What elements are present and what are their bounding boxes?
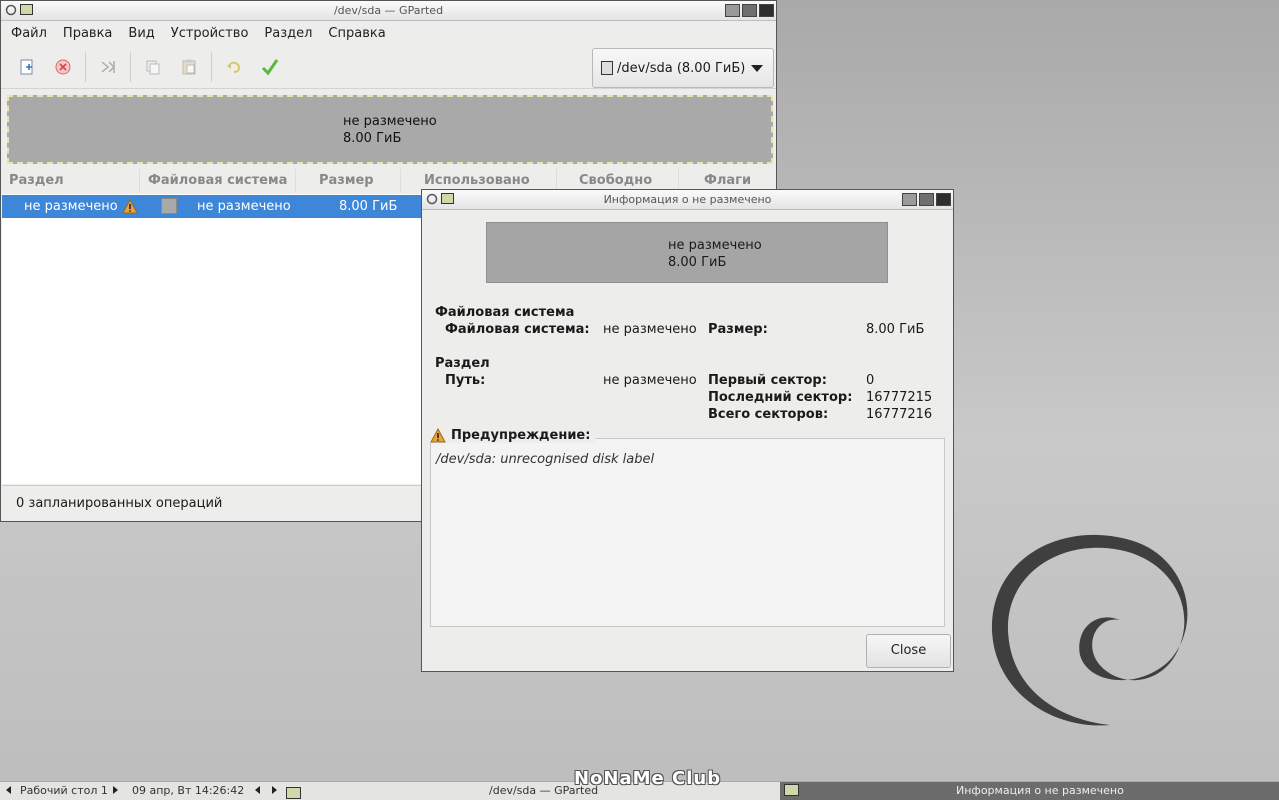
minimize-button[interactable] xyxy=(725,4,740,17)
toolbar-separator xyxy=(85,51,86,82)
total-sectors-value: 16777216 xyxy=(866,407,933,422)
main-titlebar[interactable]: /dev/sda — GParted xyxy=(1,1,776,21)
dialog-map-label: не размечено xyxy=(668,238,762,253)
menu-help[interactable]: Справка xyxy=(320,26,393,41)
menu-partition[interactable]: Раздел xyxy=(256,26,320,41)
filesystem-color-swatch xyxy=(161,198,177,214)
apply-button[interactable] xyxy=(252,50,288,84)
copy-icon xyxy=(146,60,160,74)
prev-task-icon[interactable] xyxy=(255,782,260,800)
dialog-partition-map: не размечено 8.00 ГиБ xyxy=(486,222,888,283)
resize-move-icon xyxy=(101,60,115,73)
first-sector-value: 0 xyxy=(866,373,875,388)
menu-file[interactable]: Файл xyxy=(3,26,55,41)
gparted-app-icon xyxy=(20,4,33,15)
col-partition[interactable]: Раздел xyxy=(1,169,140,193)
maximize-button[interactable] xyxy=(742,4,757,17)
disk-icon xyxy=(601,61,613,75)
partition-section-heading: Раздел xyxy=(435,356,490,371)
menubar: Файл Правка Вид Устройство Раздел Справк… xyxy=(1,21,776,45)
path-value: не размечено xyxy=(603,373,697,388)
size-label: Размер: xyxy=(708,322,768,337)
warning-icon xyxy=(430,428,446,443)
task-info-dialog[interactable]: Информация о не размечено xyxy=(780,782,1279,800)
delete-icon xyxy=(55,59,71,74)
copy-button[interactable] xyxy=(135,50,171,84)
watermark: NoNaMe Club xyxy=(574,768,722,789)
debian-swirl-logo xyxy=(991,534,1188,726)
gparted-task-icon xyxy=(784,784,799,796)
warning-label: Предупреждение: xyxy=(451,428,591,443)
paste-icon xyxy=(182,59,196,74)
clock: 09 апр, Вт 14:26:42 xyxy=(132,784,245,797)
menu-device[interactable]: Устройство xyxy=(163,26,257,41)
dialog-title: Информация о не размечено xyxy=(603,193,772,206)
toolbar-separator xyxy=(130,51,131,82)
size-value: 8.00 ГиБ xyxy=(866,322,925,337)
device-selector-label: /dev/sda (8.00 ГиБ) xyxy=(617,60,746,76)
row-size: 8.00 ГиБ xyxy=(339,199,398,214)
close-window-button[interactable] xyxy=(759,4,774,17)
last-sector-value: 16777215 xyxy=(866,390,933,405)
device-selector[interactable]: /dev/sda (8.00 ГиБ) xyxy=(592,48,774,88)
next-desktop-icon[interactable] xyxy=(113,782,118,800)
dialog-titlebar[interactable]: Информация о не размечено xyxy=(422,190,953,210)
debian-icon[interactable] xyxy=(5,4,17,16)
gparted-task-icon[interactable] xyxy=(286,784,301,800)
disk-map-label: не размечено xyxy=(343,114,437,129)
minimize-button[interactable] xyxy=(902,193,917,206)
prev-desktop-icon[interactable] xyxy=(6,782,11,800)
col-size[interactable]: Размер xyxy=(296,169,401,193)
new-partition-icon xyxy=(20,59,33,74)
close-button[interactable]: Close xyxy=(866,634,951,668)
warning-icon xyxy=(122,199,138,214)
resize-move-button[interactable] xyxy=(90,50,126,84)
toolbar: /dev/sda (8.00 ГиБ) xyxy=(1,45,776,89)
debian-icon[interactable] xyxy=(426,193,438,205)
row-partition: не размечено xyxy=(24,199,118,214)
paste-button[interactable] xyxy=(171,50,207,84)
next-task-icon[interactable] xyxy=(272,782,277,800)
row-filesystem: не размечено xyxy=(197,199,291,214)
col-filesystem[interactable]: Файловая система xyxy=(140,169,296,193)
desktop-label[interactable]: Рабочий стол 1 xyxy=(20,782,108,800)
gparted-app-icon xyxy=(441,193,454,204)
warning-message: /dev/sda: unrecognised disk label xyxy=(436,452,655,467)
total-sectors-label: Всего секторов: xyxy=(708,407,829,422)
path-label: Путь: xyxy=(445,373,486,388)
warning-header: Предупреждение: xyxy=(430,428,597,443)
fs-label: Файловая система: xyxy=(445,322,590,337)
first-sector-label: Первый сектор: xyxy=(708,373,827,388)
partition-info-dialog: Информация о не размечено не размечено 8… xyxy=(421,189,954,672)
warning-messages-box[interactable]: /dev/sda: unrecognised disk label xyxy=(430,438,945,627)
close-window-button[interactable] xyxy=(936,193,951,206)
disk-map-unallocated[interactable]: не размечено 8.00 ГиБ xyxy=(7,95,773,164)
dialog-map-size: 8.00 ГиБ xyxy=(668,255,727,270)
chevron-down-icon xyxy=(751,64,764,72)
disk-map-size: 8.00 ГиБ xyxy=(343,131,402,146)
fs-section-heading: Файловая система xyxy=(435,305,575,320)
maximize-button[interactable] xyxy=(919,193,934,206)
toolbar-separator xyxy=(211,51,212,82)
undo-icon xyxy=(227,61,241,73)
task-info-label: Информация о не размечено xyxy=(956,784,1124,797)
main-window-title: /dev/sda — GParted xyxy=(333,4,444,17)
menu-view[interactable]: Вид xyxy=(120,26,162,41)
menu-edit[interactable]: Правка xyxy=(55,26,120,41)
fs-value: не размечено xyxy=(603,322,697,337)
apply-icon xyxy=(261,58,279,75)
last-sector-label: Последний сектор: xyxy=(708,390,853,405)
new-partition-button[interactable] xyxy=(9,50,45,84)
delete-partition-button[interactable] xyxy=(45,50,81,84)
undo-button[interactable] xyxy=(216,50,252,84)
